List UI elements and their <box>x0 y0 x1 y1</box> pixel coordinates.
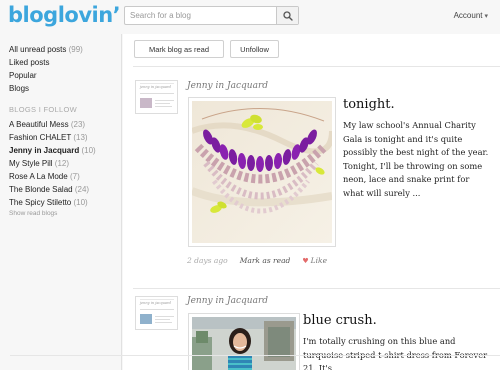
unread-count: (23) <box>70 120 86 129</box>
unread-count: (10) <box>73 198 88 207</box>
search-icon <box>282 10 293 21</box>
sidebar-item-fashion-chalet[interactable]: Fashion CHALET (13) <box>9 131 96 144</box>
sidebar-item-a-beautiful-mess[interactable]: A Beautiful Mess (23) <box>9 118 96 131</box>
mark-blog-read-button[interactable]: Mark blog as read <box>134 40 224 58</box>
bloglovin-logo[interactable]: bloglovin’ <box>8 3 121 27</box>
sidebar-item-my-style-pill[interactable]: My Style Pill (12) <box>9 157 96 170</box>
sidebar-item-label: The Spicy Stiletto <box>9 198 72 207</box>
like-button[interactable]: ♥ Like <box>302 256 327 265</box>
search-button[interactable] <box>276 7 298 24</box>
sidebar-item-jenny-in-jacquard[interactable]: Jenny in Jacquard (10) <box>9 144 96 157</box>
blog-thumbnail[interactable]: jenny in jacquard <box>135 296 178 330</box>
followed-blogs-list: A Beautiful Mess (23) Fashion CHALET (13… <box>9 118 96 217</box>
like-label: Like <box>310 256 328 265</box>
unread-count: (99) <box>68 45 83 54</box>
sidebar-item-the-blonde-salad[interactable]: The Blonde Salad (24) <box>9 183 96 196</box>
post-image[interactable] <box>188 97 336 247</box>
top-bar: bloglovin’ Account ▾ <box>0 0 500 33</box>
post-excerpt: My law school's Annual Charity Gala is t… <box>343 120 489 198</box>
sidebar-item-rose-a-la-mode[interactable]: Rose A La Mode (7) <box>9 170 96 183</box>
post-image[interactable] <box>188 313 300 370</box>
unread-count: (7) <box>69 172 80 181</box>
sidebar-main-links: All unread posts (99) Liked posts Popula… <box>9 43 83 95</box>
sidebar-item-blogs[interactable]: Blogs <box>9 82 83 95</box>
show-read-blogs-link[interactable]: Show read blogs <box>9 210 96 217</box>
post-title[interactable]: blue crush. <box>303 313 377 328</box>
unread-count: (24) <box>74 185 90 194</box>
footer-divider <box>10 355 500 356</box>
unread-count: (10) <box>81 146 96 155</box>
post-author[interactable]: Jenny in Jacquard <box>187 81 268 91</box>
account-label: Account <box>453 11 483 20</box>
divider <box>133 66 500 67</box>
unfollow-button[interactable]: Unfollow <box>230 40 279 58</box>
chevron-down-icon: ▾ <box>484 12 488 20</box>
necklace-photo <box>190 101 335 243</box>
outfit-photo <box>192 317 296 370</box>
post-timestamp: 2 days ago <box>187 256 228 265</box>
sidebar-item-the-spicy-stiletto[interactable]: The Spicy Stiletto (10) <box>9 196 96 209</box>
sidebar-item-label: Jenny in Jacquard <box>9 146 80 155</box>
sidebar-item-popular[interactable]: Popular <box>9 69 83 82</box>
divider <box>133 288 500 289</box>
post-excerpt: I'm totally crushing on this blue and tu… <box>303 336 487 370</box>
unread-count: (13) <box>73 133 88 142</box>
sidebar-item-liked[interactable]: Liked posts <box>9 56 83 69</box>
blog-thumbnail[interactable]: jenny in jacquard <box>135 80 178 114</box>
sidebar: All unread posts (99) Liked posts Popula… <box>0 34 122 370</box>
sidebar-item-label: Fashion CHALET <box>9 133 72 142</box>
post-title[interactable]: tonight. <box>343 97 395 112</box>
sidebar-item-label: Rose A La Mode <box>9 172 68 181</box>
heart-icon: ♥ <box>302 256 309 265</box>
sidebar-item-label: All unread posts <box>9 45 67 54</box>
unread-count: (12) <box>54 159 70 168</box>
search-input[interactable] <box>125 7 276 24</box>
post-feed: Mark blog as read Unfollow jenny in jacq… <box>123 34 500 370</box>
sidebar-item-label: My Style Pill <box>9 159 53 168</box>
mark-as-read-link[interactable]: Mark as read <box>240 256 291 265</box>
post-actions: 2 days ago Mark as read ♥ Like <box>187 256 327 265</box>
sidebar-item-label: The Blonde Salad <box>9 185 73 194</box>
search-box <box>124 6 299 25</box>
sidebar-item-label: A Beautiful Mess <box>9 120 69 129</box>
post-author[interactable]: Jenny in Jacquard <box>187 296 268 306</box>
account-menu[interactable]: Account ▾ <box>454 11 488 20</box>
sidebar-heading: BLOGS I FOLLOW <box>9 105 77 114</box>
sidebar-item-all-unread[interactable]: All unread posts (99) <box>9 43 83 56</box>
